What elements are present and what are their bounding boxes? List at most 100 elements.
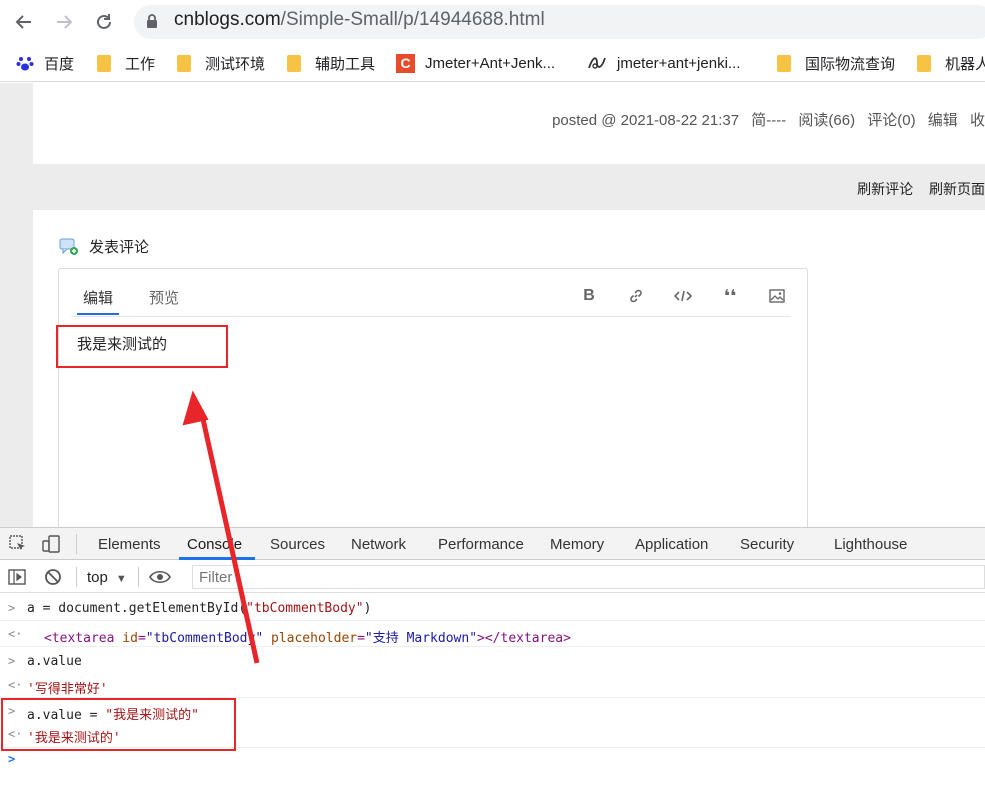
url-text[interactable]: cnblogs.com/Simple-Small/p/14944688.html xyxy=(174,9,545,31)
html-attr: id xyxy=(122,631,138,646)
bookmark-label: 工作 xyxy=(125,55,156,73)
tab-elements[interactable]: Elements xyxy=(98,536,161,553)
folder-icon xyxy=(177,54,191,72)
code-text: a = document.getElementById( xyxy=(27,601,247,616)
inspect-element-icon[interactable] xyxy=(9,535,27,553)
bookmark-label: jmeter+ant+jenki... xyxy=(617,54,741,72)
chevron-down-icon: ▼ xyxy=(115,573,127,585)
tab-console[interactable]: Console xyxy=(187,536,242,553)
tab-security[interactable]: Security xyxy=(740,536,794,553)
return-arrow-icon: <· xyxy=(8,627,23,641)
comment-editor: 编辑 预览 B ❛❛ 我是来测试的 xyxy=(58,268,808,538)
tab-network[interactable]: Network xyxy=(351,536,406,553)
element-link[interactable]: <textarea id="tbCommentBody" placeholder… xyxy=(44,627,571,646)
annotation-box-console xyxy=(1,698,236,751)
html-eq: = xyxy=(137,631,146,646)
context-value: top xyxy=(87,569,108,586)
bookmark-jmeter-csdn[interactable]: C Jmeter+Ant+Jenk... xyxy=(396,44,555,82)
bookmark-folder-logistics[interactable]: 国际物流查询 xyxy=(777,44,895,82)
post-comments-link[interactable]: 评论(0) xyxy=(867,112,915,129)
prompt-chevron-icon: > xyxy=(8,752,16,766)
console-divider xyxy=(0,646,985,647)
device-toolbar-icon[interactable] xyxy=(41,534,61,554)
chevron-right-icon: > xyxy=(8,654,16,668)
reload-button[interactable] xyxy=(90,8,118,36)
devtools-panel: Elements Console Sources Network Perform… xyxy=(0,527,985,796)
image-button[interactable] xyxy=(766,285,788,307)
bookmark-folder-test-env[interactable]: 测试环境 xyxy=(177,44,265,82)
bookmark-label: 测试环境 xyxy=(205,55,266,73)
sidebar-toggle-icon[interactable] xyxy=(8,569,26,585)
page-content: posted @ 2021-08-22 21:37 简---- 阅读(66) 评… xyxy=(0,83,985,538)
bookmark-baidu[interactable]: 百度 xyxy=(16,44,74,82)
link-button[interactable] xyxy=(625,285,647,307)
tab-lighthouse[interactable]: Lighthouse xyxy=(834,536,907,553)
code-text: a.value xyxy=(27,654,82,669)
arrow-right-icon xyxy=(57,15,73,29)
bookmark-folder-robot[interactable]: 机器人 xyxy=(917,44,985,82)
refresh-page-link[interactable]: 刷新页面 xyxy=(929,181,985,197)
bookmark-jmeter-script[interactable]: jmeter+ant+jenki... xyxy=(587,44,740,82)
console-divider xyxy=(0,620,985,621)
tab-memory[interactable]: Memory xyxy=(550,536,604,553)
refresh-comments-link[interactable]: 刷新评论 xyxy=(857,181,913,197)
bookmark-label: 百度 xyxy=(44,55,75,73)
html-tag: <textarea xyxy=(44,631,123,646)
tab-preview[interactable]: 预览 xyxy=(149,287,179,308)
context-selector[interactable]: top ▼ xyxy=(87,569,127,586)
comment-add-icon xyxy=(59,238,78,255)
bookmark-folder-tools[interactable]: 辅助工具 xyxy=(287,44,375,82)
quote-button[interactable]: ❛❛ xyxy=(719,285,741,307)
post-author-link[interactable]: 简---- xyxy=(751,112,786,129)
code-button[interactable] xyxy=(672,285,694,307)
lock-icon[interactable] xyxy=(146,14,158,29)
folder-icon xyxy=(287,54,301,72)
console-filter-input[interactable] xyxy=(192,565,985,589)
toolbar-divider xyxy=(138,567,139,587)
active-tab-indicator xyxy=(179,557,255,560)
bookmark-label: 辅助工具 xyxy=(315,55,376,73)
editor-divider xyxy=(71,316,791,317)
folder-icon xyxy=(777,54,791,72)
comment-form-card: 发表评论 编辑 预览 B ❛❛ 我是来测试的 xyxy=(33,210,985,538)
return-arrow-icon: <· xyxy=(8,678,23,692)
code-string: "tbCommentBody" xyxy=(246,601,364,616)
reload-icon xyxy=(97,14,111,29)
post-reads: 阅读(66) xyxy=(798,112,856,129)
bookmark-folder-work[interactable]: 工作 xyxy=(97,44,155,82)
annotation-box-editor xyxy=(56,325,228,368)
output-string: '写得非常好' xyxy=(27,682,108,697)
tab-edit-indicator xyxy=(77,313,119,315)
bold-icon: B xyxy=(583,287,595,304)
bookmark-label: 国际物流查询 xyxy=(805,55,896,73)
clear-console-icon[interactable] xyxy=(44,568,62,586)
arrow-left-icon xyxy=(15,15,31,29)
comment-form-title-text: 发表评论 xyxy=(89,239,150,256)
toolbar-divider xyxy=(76,567,77,587)
html-attr-value: "tbCommentBody" xyxy=(145,631,264,646)
tab-performance[interactable]: Performance xyxy=(438,536,524,553)
code-icon xyxy=(674,290,692,302)
tab-application[interactable]: Application xyxy=(635,536,708,553)
url-host: cnblogs.com xyxy=(174,9,281,30)
html-tag: ></textarea> xyxy=(477,631,571,646)
baidu-paw-icon xyxy=(16,57,34,71)
live-expression-eye-icon[interactable] xyxy=(149,569,171,585)
back-button[interactable] xyxy=(10,8,38,36)
console-toolbar: top ▼ xyxy=(0,561,985,593)
html-eq: = xyxy=(357,631,365,646)
tab-sources[interactable]: Sources xyxy=(270,536,325,553)
post-footer-card: posted @ 2021-08-22 21:37 简---- 阅读(66) 评… xyxy=(33,83,985,164)
forward-button[interactable] xyxy=(50,8,78,36)
link-icon xyxy=(630,289,642,303)
quote-icon: ❛❛ xyxy=(723,285,737,306)
script-logo-icon xyxy=(588,57,606,69)
bold-button[interactable]: B xyxy=(578,285,600,307)
chevron-right-icon: > xyxy=(8,601,16,615)
html-attr: placeholder xyxy=(271,631,358,646)
csdn-logo-icon: C xyxy=(396,53,415,73)
tab-edit[interactable]: 编辑 xyxy=(83,287,113,308)
browser-toolbar: cnblogs.com/Simple-Small/p/14944688.html xyxy=(0,0,985,44)
post-edit-link[interactable]: 编辑 xyxy=(928,112,958,129)
post-favorite-link[interactable]: 收 xyxy=(970,112,985,129)
